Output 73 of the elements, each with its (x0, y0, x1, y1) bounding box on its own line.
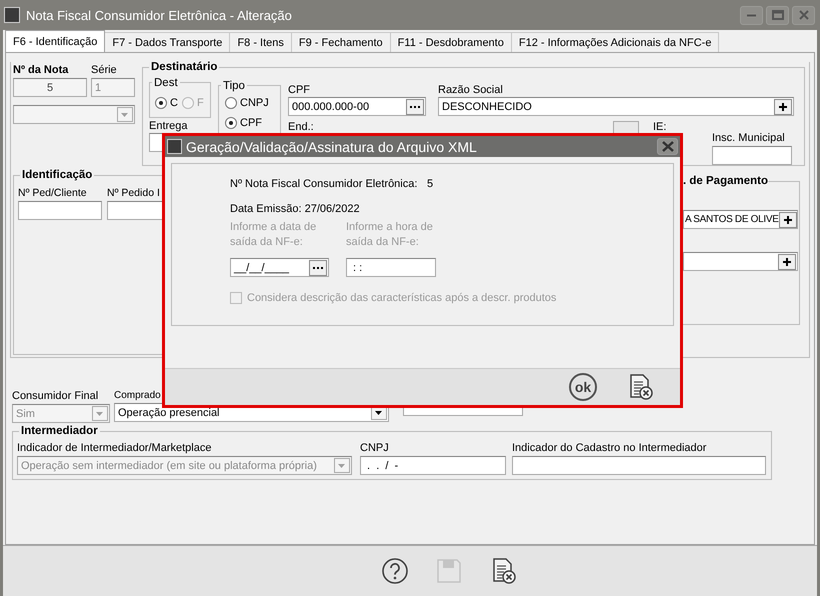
maximize-button[interactable] (766, 6, 789, 24)
cpf-field[interactable]: 000.000.000-00 (288, 97, 426, 116)
field-label: Nº da Nota (13, 64, 70, 76)
cnpj-field[interactable]: . . / - (360, 456, 506, 475)
close-icon (662, 141, 674, 152)
radio-button[interactable] (155, 97, 167, 109)
plus-icon (779, 102, 787, 110)
field-label: Entrega (149, 120, 188, 132)
invoice-number: 5 (427, 178, 434, 190)
municipal-registration-field[interactable] (712, 146, 792, 165)
field-label: IE: (653, 121, 666, 133)
plus-icon (783, 258, 791, 266)
app-logo-icon (167, 139, 182, 154)
tab[interactable]: F6 - Identificação (5, 30, 106, 52)
field-label: Nº Ped/Cliente (18, 187, 87, 199)
field-label: Informe a hora de saída da NF-e: (346, 220, 434, 250)
registration-indicator-field[interactable] (512, 456, 766, 475)
radio-button[interactable] (225, 117, 237, 129)
field-label: Série (91, 64, 117, 76)
text-field[interactable] (18, 201, 102, 220)
field-label: Indicador de Intermediador/Marketplace (17, 442, 212, 454)
tab[interactable]: F12 - Informações Adicionais da NFC-e (510, 32, 720, 52)
window-title: Nota Fiscal Consumidor Eletrônica - Alteração (26, 8, 292, 22)
radio-label: F (196, 97, 204, 109)
payment-field[interactable] (683, 252, 798, 271)
help-button[interactable] (380, 556, 410, 586)
issue-date: Data Emissão: 27/06/2022 (230, 203, 360, 215)
caret-icon (95, 410, 105, 418)
more-button[interactable] (309, 260, 327, 276)
field-label: Consumidor Final (12, 390, 98, 402)
time-field[interactable]: : : (346, 258, 436, 277)
close-icon (798, 10, 808, 20)
maximize-icon (772, 10, 784, 20)
field-label: Insc. Municipal (712, 132, 785, 144)
company-name-field[interactable]: DESCONHECIDO (438, 97, 794, 116)
group-title: Tipo (221, 79, 247, 93)
minimize-button[interactable] (740, 6, 763, 24)
caret-icon (120, 110, 130, 118)
radio-label: CPF (240, 117, 262, 129)
app-logo-icon (4, 7, 20, 23)
minimize-icon (747, 14, 756, 16)
add-button[interactable] (778, 254, 796, 270)
ok-button[interactable]: ok (569, 373, 597, 401)
field-label: Nº Pedido I (107, 187, 160, 199)
caret-icon (337, 462, 347, 470)
ellipsis-icon (313, 266, 323, 270)
dropdown-field[interactable] (13, 105, 135, 124)
dialog-title: Geração/Validação/Assinatura do Arquivo XML (186, 138, 477, 154)
close-button[interactable] (657, 138, 678, 155)
field-label: Indicador do Cadastro no Intermediador (512, 442, 706, 454)
group-title: . de Pagamento (683, 174, 768, 188)
field-label: End.: (288, 121, 314, 133)
close-button[interactable] (792, 6, 815, 24)
checkbox-label: Considera descrição das características após a descr. produtos (247, 292, 556, 304)
plus-icon (784, 216, 792, 224)
help-icon (380, 556, 410, 586)
ellipsis-icon (410, 104, 420, 108)
field-label: Informe a data de saída da NF-e: (230, 220, 318, 250)
field-label: CPF (288, 84, 310, 96)
number-field[interactable]: 5 (13, 78, 87, 97)
add-button[interactable] (774, 98, 792, 114)
radio-label: CNPJ (240, 97, 269, 109)
group-title: Identificação (20, 168, 94, 182)
radio-button[interactable] (225, 97, 237, 109)
field-label: Nº Nota Fiscal Consumidor Eletrônica: (230, 178, 418, 190)
more-button[interactable] (406, 98, 424, 114)
field-label: Comprado (114, 390, 161, 401)
date-field[interactable]: __/__/____ (230, 258, 329, 277)
add-button[interactable] (778, 212, 797, 228)
field-label: CNPJ (360, 442, 389, 454)
field-label: Razão Social (438, 84, 503, 96)
radio-label: C (170, 97, 178, 109)
payment-field[interactable]: A SANTOS DE OLIVE (683, 210, 798, 229)
